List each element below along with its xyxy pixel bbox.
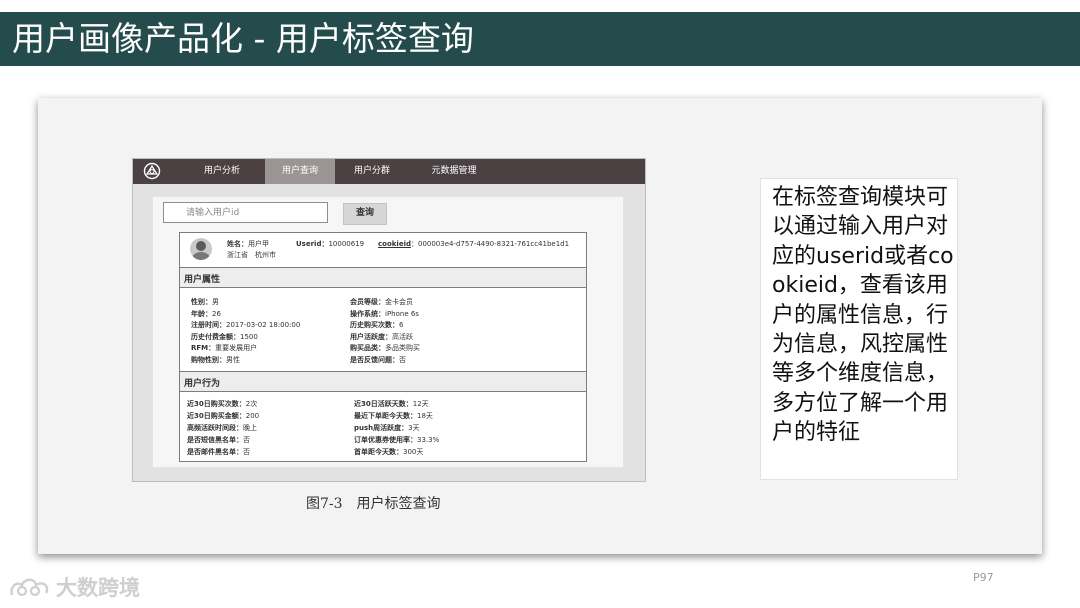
- userid-search-input[interactable]: [163, 202, 328, 223]
- attr-os: 操作系统：iPhone 6s: [350, 309, 419, 318]
- beh-last-order-days: 最近下单距今天数：18天: [354, 412, 433, 420]
- beh-push-activity: push周活跃度：3天: [354, 424, 420, 432]
- beh-30d-purchases: 近30日购买次数：2次: [187, 400, 258, 408]
- attr-category: 购买品类：多品类购买: [350, 344, 420, 352]
- beh-30d-amount: 近30日购买金额：200: [187, 412, 260, 420]
- nav-tab-user-query[interactable]: 用户查询: [265, 159, 335, 184]
- user-behavior-header: 用户行为: [180, 371, 586, 392]
- description-box: 在标签查询模块可以通过输入用户对应的userid或者cookieid，查看该用户…: [760, 178, 958, 480]
- attr-age: 年龄：26: [191, 309, 221, 318]
- slide-title: 用户画像产品化 - 用户标签查询: [12, 19, 474, 58]
- beh-coupon-rate: 订单优惠券使用率：33.3%: [354, 436, 440, 444]
- app-nav-bar: 用户分析 用户查询 用户分群 元数据管理: [133, 159, 645, 184]
- attr-shopping-gender: 购物性别：男性: [191, 355, 240, 364]
- nav-tab-metadata[interactable]: 元数据管理: [415, 159, 493, 184]
- attr-rfm: RFM：重要发展用户: [191, 344, 258, 352]
- nav-tab-user-analysis[interactable]: 用户分析: [191, 159, 253, 184]
- nav-tab-user-segment[interactable]: 用户分群: [339, 159, 405, 184]
- user-profile-panel: 姓名：用户甲 Userid：10000619 cookieid：000003e4…: [179, 232, 587, 462]
- attr-total-payment: 历史付费金额：1500: [191, 332, 258, 341]
- attr-purchase-count: 历史购买次数：6: [350, 321, 404, 329]
- beh-sms-blacklist: 是否短信黑名单：否: [187, 436, 250, 444]
- app-screenshot: 用户分析 用户查询 用户分群 元数据管理 查询 姓名：用户甲 Userid：10…: [132, 158, 646, 482]
- beh-first-order-days: 首单距今天数：300天: [354, 448, 424, 456]
- profile-cookieid: cookieid：000003e4-d757-4490-8321-761cc41…: [378, 240, 570, 248]
- attr-register-time: 注册时间：2017-03-02 18:00:00: [191, 321, 301, 329]
- attr-member-level: 会员等级：金卡会员: [350, 298, 413, 306]
- attr-activity: 用户活跃度：高活跃: [350, 332, 413, 341]
- figure-caption: 图7-3 用户标签查询: [306, 496, 441, 512]
- attr-gender: 性别：男: [191, 298, 219, 306]
- profile-name: 姓名：用户甲: [227, 240, 269, 248]
- page-number: P97: [973, 571, 994, 584]
- beh-30d-active-days: 近30日活跃天数：12天: [354, 400, 429, 408]
- beh-email-blacklist: 是否邮件黑名单：否: [187, 448, 250, 456]
- profile-location: 浙江省 杭州市: [227, 251, 276, 259]
- title-bar: 用户画像产品化 - 用户标签查询: [0, 12, 1080, 66]
- attr-feedback: 是否反馈问题：否: [350, 355, 406, 364]
- query-button[interactable]: 查询: [343, 203, 387, 225]
- app-logo-icon: [143, 162, 161, 180]
- watermark-logo-icon: [10, 578, 49, 597]
- slide-card: 用户分析 用户查询 用户分群 元数据管理 查询 姓名：用户甲 Userid：10…: [38, 98, 1042, 554]
- watermark-text: 大数跨境: [56, 576, 140, 600]
- user-avatar: [190, 238, 212, 260]
- beh-active-period: 高频活跃时间段：晚上: [187, 424, 257, 432]
- description-text: 在标签查询模块可以通过输入用户对应的userid或者cookieid，查看该用户…: [772, 185, 954, 446]
- user-attributes-header: 用户属性: [180, 267, 586, 288]
- profile-userid: Userid：10000619: [296, 240, 365, 248]
